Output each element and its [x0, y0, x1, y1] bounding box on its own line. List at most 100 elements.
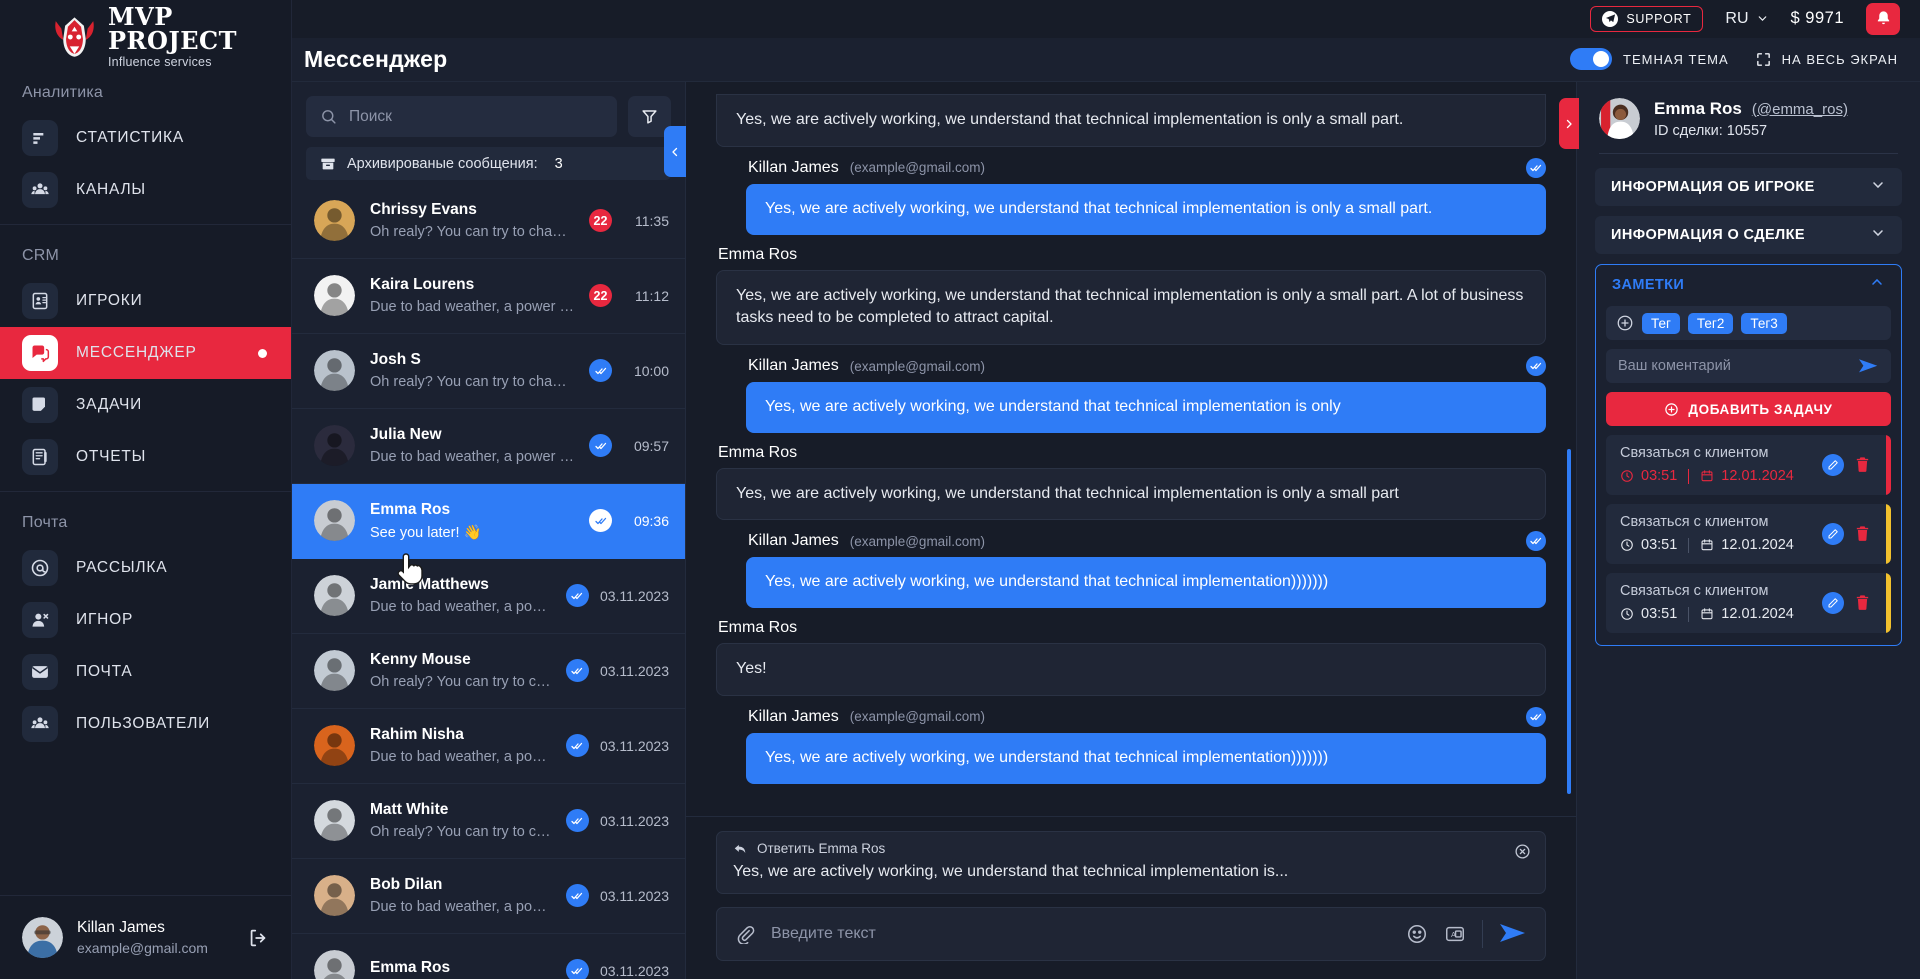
chat-list-item[interactable]: Julia New Due to bad weather, a power out…: [292, 409, 685, 484]
chat-list-item[interactable]: Chrissy Evans Oh realy? You can try to ch…: [292, 184, 685, 259]
messages-scrollbar[interactable]: [1567, 82, 1571, 816]
theme-toggle[interactable]: ТЕМНАЯ ТЕМА: [1570, 48, 1729, 71]
chat-item-meta: 22 11:35: [589, 209, 669, 233]
send-message-button[interactable]: [1499, 921, 1527, 947]
chat-item-name: Emma Ros: [370, 500, 451, 518]
comment-row[interactable]: [1606, 349, 1891, 384]
chat-list-item[interactable]: Josh S Oh realy? You can try to change yo…: [292, 334, 685, 409]
edit-task-button[interactable]: [1822, 591, 1844, 614]
collapse-details-button[interactable]: [1559, 98, 1579, 150]
details-contact-handle[interactable]: (@emma_ros): [1752, 101, 1848, 118]
accordion-deal-info[interactable]: ИНФОРМАЦИЯ О СДЕЛКЕ: [1595, 216, 1902, 255]
chat-list-item[interactable]: Jamie Matthews Due to bad weather, a powe…: [292, 559, 685, 634]
chat-item-meta: 09:36: [589, 509, 669, 533]
accordion-player-info[interactable]: ИНФОРМАЦИЯ ОБ ИГРОКЕ: [1595, 168, 1902, 207]
note-tag[interactable]: Тег2: [1687, 312, 1734, 334]
delete-task-button[interactable]: [1854, 594, 1871, 611]
chat-item-name: Rahim Nisha: [370, 726, 464, 744]
task-time-value: 03:51: [1641, 468, 1678, 485]
archived-messages-row[interactable]: Архивированые сообщения: 3: [306, 147, 671, 180]
incoming-message[interactable]: Emma Ros Yes!: [716, 619, 1546, 696]
sidebar-nav: Аналитика СТАТИСТИКА КАНАЛЫ CRM ИГРОКИ МЕССЕН…: [0, 74, 291, 758]
notifications-button[interactable]: [1866, 2, 1900, 35]
composer-divider: [1482, 920, 1483, 948]
chat-list-item[interactable]: Bob Dilan Due to bad weather, a power out…: [292, 859, 685, 934]
chat-item-preview: See you later! 👋: [370, 524, 482, 541]
fullscreen-button[interactable]: НА ВЕСЬ ЭКРАН: [1755, 51, 1898, 68]
chat-items-scroll[interactable]: Chrissy Evans Oh realy? You can try to ch…: [292, 184, 685, 979]
brand-logo-block[interactable]: MVP PROJECT Influence services: [0, 0, 291, 74]
task-card[interactable]: Связаться с клиентом 03:51 12.01.2024: [1606, 504, 1891, 565]
incoming-message[interactable]: Emma Ros Yes, we are actively working, we…: [716, 246, 1546, 346]
read-receipt-icon: [565, 959, 589, 979]
message-input[interactable]: [771, 925, 1390, 943]
users-group-icon: [22, 706, 58, 742]
sidebar-item-каналы[interactable]: КАНАЛЫ: [0, 164, 291, 216]
sidebar-item-задачи[interactable]: ЗАДАЧИ: [0, 379, 291, 431]
delete-task-button[interactable]: [1854, 525, 1871, 542]
chat-item-texts: Kenny Mouse Oh realy? You can try to chan…: [370, 651, 551, 690]
add-tag-button[interactable]: [1616, 314, 1634, 332]
chat-list-item[interactable]: Rahim Nisha Due to bad weather, a power o…: [292, 709, 685, 784]
outgoing-message[interactable]: Killan James (example@gmail.com) Yes, we a…: [716, 157, 1546, 235]
search-box[interactable]: [306, 96, 617, 138]
chat-list-item[interactable]: Emma Ros 03.11.2023: [292, 934, 685, 979]
chat-item-time: 11:12: [635, 287, 669, 304]
chat-item-time: 03.11.2023: [599, 587, 669, 604]
comment-input[interactable]: [1618, 358, 1850, 375]
chat-list-item[interactable]: Matt White Oh realy? You can try to chang…: [292, 784, 685, 859]
close-reply-button[interactable]: [1514, 843, 1531, 865]
sidebar-item-статистика[interactable]: СТАТИСТИКА: [0, 112, 291, 164]
chat-item-time: 03.11.2023: [599, 662, 669, 679]
chat-list-item[interactable]: Kaira Lourens Due to bad weather, a power…: [292, 259, 685, 334]
sidebar-profile[interactable]: Killan James example@gmail.com: [0, 895, 291, 979]
notes-header[interactable]: ЗАМЕТКИ: [1606, 274, 1891, 297]
text-template-button[interactable]: A: [1444, 923, 1466, 945]
collapse-chat-list-button[interactable]: [664, 126, 686, 178]
task-card[interactable]: Связаться с клиентом 03:51 12.01.2024: [1606, 573, 1891, 634]
note-tag[interactable]: Тег: [1642, 312, 1680, 334]
delete-task-button[interactable]: [1854, 456, 1871, 473]
incoming-message[interactable]: Emma Ros Yes, we are actively working, we…: [716, 444, 1546, 521]
reply-preview[interactable]: Ответить Emma Ros Yes, we are actively w…: [716, 831, 1546, 894]
attach-file-button[interactable]: [735, 924, 755, 944]
add-task-button[interactable]: ДОБАВИТЬ ЗАДАЧУ: [1606, 392, 1891, 427]
chat-item-texts: Chrissy Evans Oh realy? You can try to ch…: [370, 201, 574, 240]
outgoing-message[interactable]: Killan James (example@gmail.com) Yes, we a…: [716, 531, 1546, 609]
send-comment-button[interactable]: [1858, 357, 1879, 376]
calendar-icon: [1701, 608, 1713, 620]
sidebar-item-рассылка[interactable]: РАССЫЛКА: [0, 542, 291, 594]
support-button[interactable]: SUPPORT: [1590, 5, 1704, 32]
sidebar-item-пользователи[interactable]: ПОЛЬЗОВАТЕЛИ: [0, 698, 291, 750]
emoji-button[interactable]: [1406, 923, 1428, 945]
incoming-message[interactable]: Yes, we are actively working, we underst…: [716, 94, 1546, 147]
bull-head-logo: [55, 17, 94, 57]
archive-box-icon: [321, 158, 335, 169]
edit-task-button[interactable]: [1822, 453, 1844, 476]
outgoing-message[interactable]: Killan James (example@gmail.com) Yes, we a…: [716, 706, 1546, 784]
messages-scroll[interactable]: Yes, we are actively working, we underst…: [686, 82, 1576, 816]
search-input[interactable]: [349, 107, 603, 126]
chat-item-preview: Oh realy? You can try to change your tas…: [370, 374, 574, 391]
task-card[interactable]: Связаться с клиентом 03:51 12.01.2024: [1606, 435, 1891, 496]
theme-toggle-switch[interactable]: [1570, 48, 1613, 71]
sidebar-item-отчеты[interactable]: ОТЧЕТЫ: [0, 431, 291, 483]
edit-task-button[interactable]: [1822, 522, 1844, 545]
tags-row: Тег Тег2 Тег3: [1606, 306, 1891, 341]
sidebar-item-мессенджер[interactable]: МЕССЕНДЖЕР: [0, 327, 291, 379]
language-selector[interactable]: RU: [1725, 10, 1768, 28]
task-card-main: Связаться с клиентом 03:51 12.01.2024: [1620, 583, 1822, 622]
chat-list-item[interactable]: Kenny Mouse Oh realy? You can try to chan…: [292, 634, 685, 709]
sidebar-item-почта[interactable]: ПОЧТА: [0, 646, 291, 698]
read-receipt-icon: [1526, 531, 1546, 552]
outgoing-message[interactable]: Killan James (example@gmail.com) Yes, we a…: [716, 356, 1546, 433]
message-header: Killan James (example@gmail.com): [746, 706, 1546, 727]
details-contact-name: Emma Ros: [1654, 98, 1742, 118]
task-meta: 03:51 12.01.2024: [1620, 468, 1822, 484]
chat-list-item[interactable]: Emma Ros See you later! 👋 09:36: [292, 483, 685, 559]
sidebar-item-игнор[interactable]: ИГНОР: [0, 594, 291, 646]
sidebar-item-игроки[interactable]: ИГРОКИ: [0, 275, 291, 327]
note-tag[interactable]: Тег3: [1741, 312, 1787, 334]
message-input-bar[interactable]: A: [716, 907, 1546, 961]
logout-icon[interactable]: [247, 927, 269, 949]
